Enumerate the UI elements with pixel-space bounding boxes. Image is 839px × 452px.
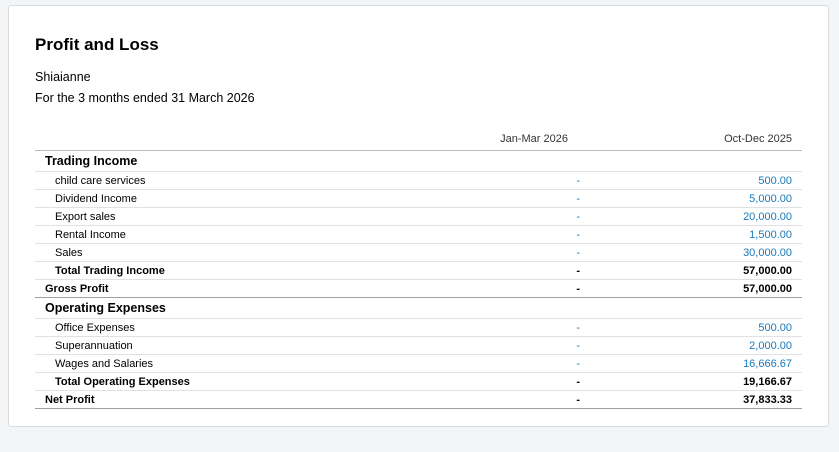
column-header-jan-mar: Jan-Mar 2026 bbox=[500, 133, 568, 145]
net-profit-jan-mar: - bbox=[576, 393, 580, 406]
table-row[interactable]: Wages and Salaries - 16,666.67 bbox=[35, 355, 802, 373]
amount-oct-dec[interactable]: 20,000.00 bbox=[580, 211, 802, 223]
amount-oct-dec[interactable]: 2,000.00 bbox=[580, 340, 802, 352]
report-title: Profit and Loss bbox=[35, 35, 159, 54]
amount-oct-dec[interactable]: 500.00 bbox=[580, 322, 802, 334]
gross-profit-jan-mar: - bbox=[576, 282, 580, 295]
total-trading-income-row: Total Trading Income - 57,000.00 bbox=[35, 262, 802, 280]
report-card: Profit and Loss Shiaianne For the 3 mont… bbox=[8, 5, 829, 427]
account-name: Rental Income bbox=[55, 228, 126, 241]
total-operating-expenses-row: Total Operating Expenses - 19,166.67 bbox=[35, 373, 802, 391]
organisation-name: Shiaianne bbox=[35, 70, 91, 84]
amount-oct-dec[interactable]: 1,500.00 bbox=[580, 229, 802, 241]
account-name: child care services bbox=[55, 174, 146, 187]
table-row[interactable]: Office Expenses - 500.00 bbox=[35, 319, 802, 337]
total-oct-dec: 57,000.00 bbox=[743, 264, 792, 277]
amount-oct-dec[interactable]: 30,000.00 bbox=[580, 247, 802, 259]
report-period: For the 3 months ended 31 March 2026 bbox=[35, 91, 255, 105]
amount-jan-mar[interactable]: - bbox=[440, 322, 580, 334]
column-header-oct-dec: Oct-Dec 2025 bbox=[724, 133, 792, 145]
account-name: Office Expenses bbox=[55, 321, 135, 334]
amount-jan-mar[interactable]: - bbox=[440, 247, 580, 259]
amount-oct-dec[interactable]: 16,666.67 bbox=[580, 358, 802, 370]
table-row[interactable]: child care services - 500.00 bbox=[35, 172, 802, 190]
gross-profit-row: Gross Profit - 57,000.00 bbox=[35, 280, 802, 298]
amount-jan-mar[interactable]: - bbox=[440, 340, 580, 352]
account-name: Dividend Income bbox=[55, 192, 137, 205]
section-heading-trading-income: Trading Income bbox=[35, 151, 802, 172]
amount-jan-mar[interactable]: - bbox=[440, 193, 580, 205]
total-oct-dec: 19,166.67 bbox=[743, 375, 792, 388]
amount-jan-mar[interactable]: - bbox=[440, 175, 580, 187]
amount-oct-dec[interactable]: 5,000.00 bbox=[580, 193, 802, 205]
amount-jan-mar[interactable]: - bbox=[440, 358, 580, 370]
column-header-row: Jan-Mar 2026 Oct-Dec 2025 bbox=[35, 128, 802, 151]
account-name: Superannuation bbox=[55, 339, 133, 352]
table-row[interactable]: Superannuation - 2,000.00 bbox=[35, 337, 802, 355]
table-row[interactable]: Sales - 30,000.00 bbox=[35, 244, 802, 262]
net-profit-oct-dec: 37,833.33 bbox=[743, 393, 792, 406]
net-profit-row: Net Profit - 37,833.33 bbox=[35, 391, 802, 409]
section-heading-operating-expenses: Operating Expenses bbox=[35, 298, 802, 319]
account-name: Wages and Salaries bbox=[55, 357, 154, 370]
table-row[interactable]: Rental Income - 1,500.00 bbox=[35, 226, 802, 244]
account-name: Export sales bbox=[55, 210, 116, 223]
total-jan-mar: - bbox=[576, 264, 580, 277]
total-jan-mar: - bbox=[576, 375, 580, 388]
table-row[interactable]: Export sales - 20,000.00 bbox=[35, 208, 802, 226]
gross-profit-oct-dec: 57,000.00 bbox=[743, 282, 792, 295]
report-table: Jan-Mar 2026 Oct-Dec 2025 Trading Income… bbox=[35, 128, 802, 409]
amount-jan-mar[interactable]: - bbox=[440, 229, 580, 241]
amount-oct-dec[interactable]: 500.00 bbox=[580, 175, 802, 187]
table-row[interactable]: Dividend Income - 5,000.00 bbox=[35, 190, 802, 208]
amount-jan-mar[interactable]: - bbox=[440, 211, 580, 223]
account-name: Sales bbox=[55, 246, 83, 259]
